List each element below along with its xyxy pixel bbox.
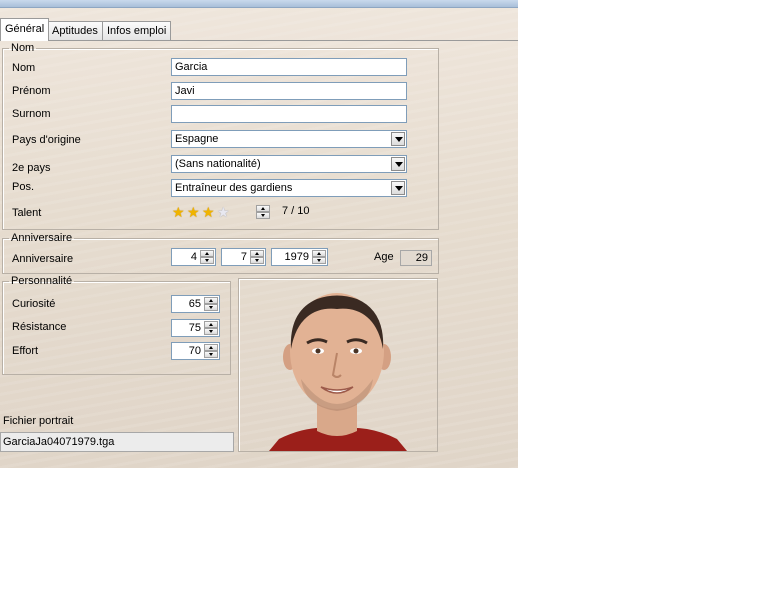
resistance-label: Résistance [12, 321, 67, 333]
nom-group-legend: Nom [11, 42, 35, 54]
star-empty-icon: ★ [217, 204, 230, 220]
pays-origine-value: Espagne [175, 133, 219, 145]
month-value: 7 [240, 251, 247, 263]
spin-up-icon[interactable] [256, 205, 270, 212]
spin-down-icon[interactable] [250, 257, 264, 264]
spin-up-icon[interactable] [204, 344, 218, 351]
chevron-down-icon[interactable] [391, 181, 405, 195]
day-spinner[interactable]: 4 [171, 248, 216, 266]
tab-infos-emploi[interactable]: Infos emploi [102, 21, 172, 40]
effort-spinner[interactable]: 70 [171, 342, 220, 360]
editor-window: Général Aptitudes Infos emploi Nom Nom G… [0, 0, 518, 468]
spin-down-icon[interactable] [200, 257, 214, 264]
spin-up-icon[interactable] [200, 250, 214, 257]
age-value: 29 [400, 250, 432, 266]
curiosite-label: Curiosité [12, 298, 56, 310]
talent-value: 7 / 10 [282, 205, 310, 217]
spin-down-icon[interactable] [204, 328, 218, 335]
fichier-portrait-label: Fichier portrait [3, 415, 74, 427]
month-spinner[interactable]: 7 [221, 248, 266, 266]
spin-down-icon[interactable] [256, 212, 270, 219]
pos-dropdown[interactable]: Entraîneur des gardiens [171, 179, 407, 197]
age-label: Age [374, 251, 394, 263]
year-spinner[interactable]: 1979 [271, 248, 328, 266]
spin-up-icon[interactable] [250, 250, 264, 257]
star-filled-icon: ★ [187, 204, 200, 220]
portrait-image [269, 293, 407, 451]
resistance-value: 75 [188, 322, 201, 334]
anniversaire-group-legend: Anniversaire [11, 232, 73, 244]
year-value: 1979 [284, 251, 309, 263]
talent-label: Talent [12, 207, 42, 219]
pays2-value: (Sans nationalité) [175, 158, 261, 170]
effort-label: Effort [12, 345, 39, 357]
spin-up-icon[interactable] [204, 297, 218, 304]
surnom-field[interactable] [171, 105, 407, 123]
chevron-down-icon[interactable] [391, 157, 405, 171]
spin-down-icon[interactable] [312, 257, 326, 264]
pays-origine-label: Pays d'origine [12, 134, 81, 146]
prenom-label: Prénom [12, 85, 51, 97]
personnalite-group-legend: Personnalité [11, 275, 73, 287]
curiosite-spinner[interactable]: 65 [171, 295, 220, 313]
chevron-down-icon[interactable] [391, 132, 405, 146]
spin-up-icon[interactable] [312, 250, 326, 257]
star-filled-icon: ★ [172, 204, 185, 220]
curiosite-value: 65 [188, 298, 201, 310]
tab-aptitudes[interactable]: Aptitudes [47, 21, 103, 40]
pays2-label: 2e pays [12, 162, 51, 174]
spin-up-icon[interactable] [204, 321, 218, 328]
spin-down-icon[interactable] [204, 304, 218, 311]
pos-value: Entraîneur des gardiens [175, 182, 293, 194]
pays-origine-dropdown[interactable]: Espagne [171, 130, 407, 148]
talent-stars: ★ ★ ★ ★ [172, 205, 236, 219]
resistance-spinner[interactable]: 75 [171, 319, 220, 337]
tab-general[interactable]: Général [0, 18, 50, 41]
nom-label: Nom [12, 62, 36, 74]
talent-spinner[interactable] [256, 204, 273, 222]
anniversaire-label: Anniversaire [12, 253, 74, 265]
spin-down-icon[interactable] [204, 351, 218, 358]
portrait-frame [238, 278, 438, 452]
pays2-dropdown[interactable]: (Sans nationalité) [171, 155, 407, 173]
tab-strip: Général Aptitudes Infos emploi [0, 18, 518, 41]
effort-value: 70 [188, 345, 201, 357]
surnom-label: Surnom [12, 108, 51, 120]
title-bar [0, 0, 518, 8]
nom-field[interactable]: Garcia [171, 58, 407, 76]
day-value: 4 [190, 251, 197, 263]
star-filled-icon: ★ [202, 204, 215, 220]
fichier-portrait-field[interactable]: GarciaJa04071979.tga [0, 432, 234, 452]
prenom-field[interactable]: Javi [171, 82, 407, 100]
pos-label: Pos. [12, 181, 35, 193]
